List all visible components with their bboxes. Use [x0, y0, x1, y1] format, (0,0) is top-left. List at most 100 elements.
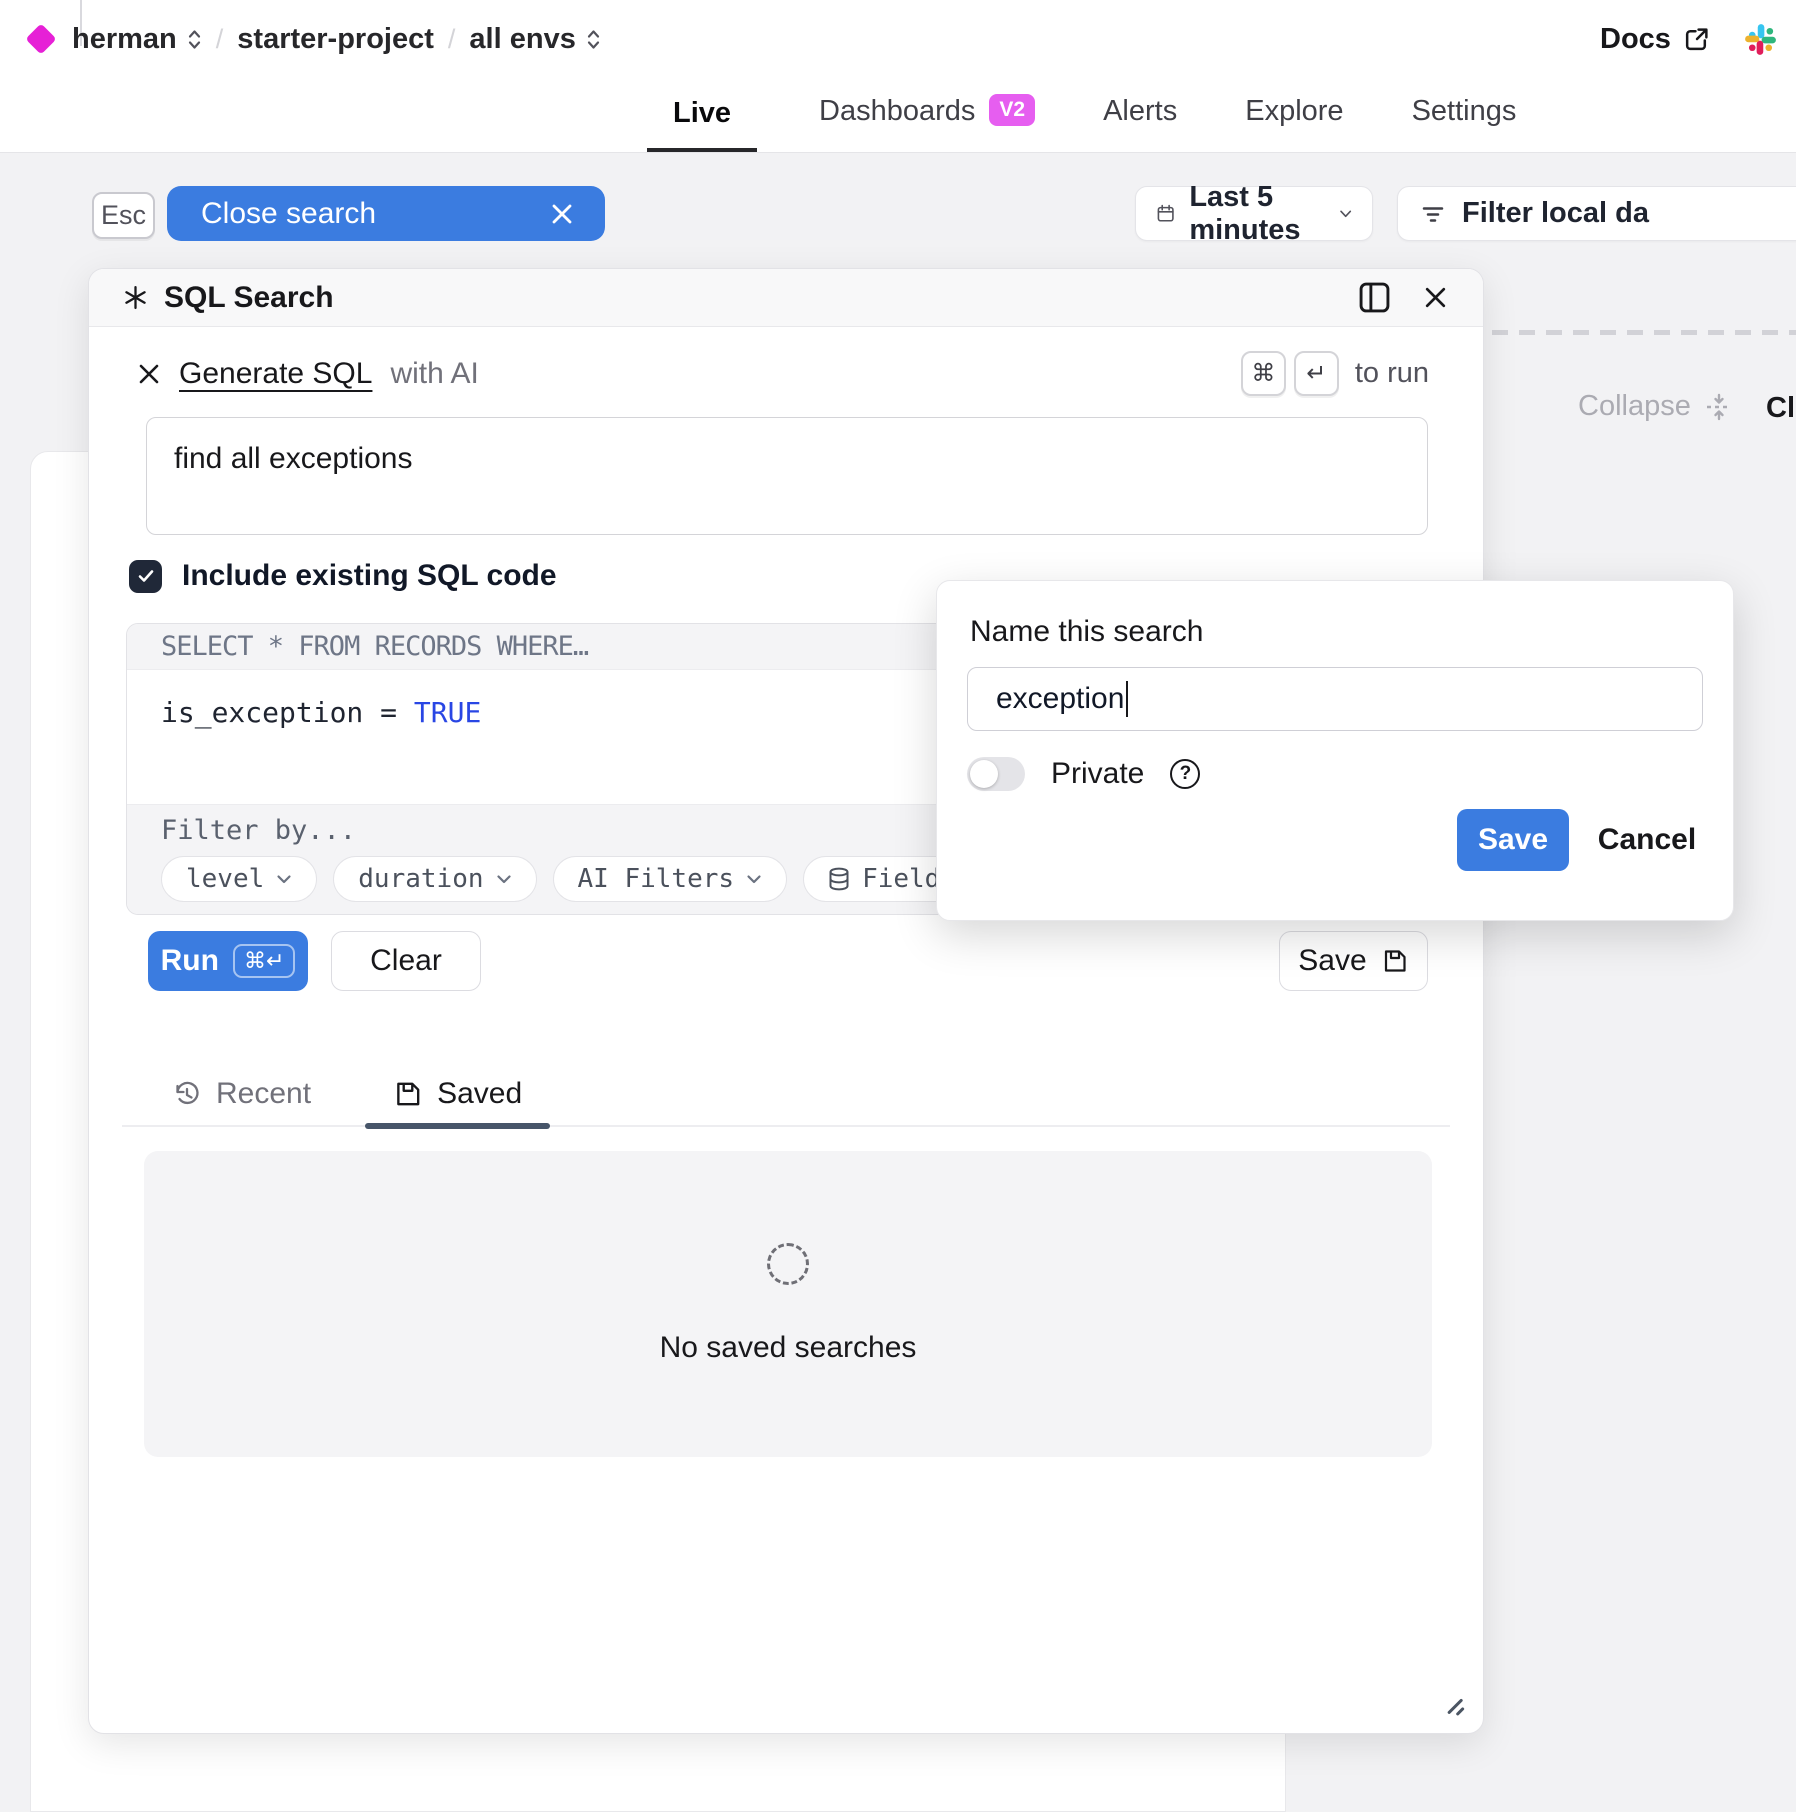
- empty-state-label: No saved searches: [660, 1331, 917, 1365]
- docs-link[interactable]: Docs: [1600, 23, 1710, 56]
- esc-label: Esc: [101, 200, 146, 231]
- panel-header: SQL Search: [89, 269, 1483, 327]
- chevron-down-icon: [1339, 207, 1352, 221]
- collapse-label: Collapse: [1578, 390, 1691, 423]
- breadcrumb-separator: /: [216, 24, 224, 55]
- private-label: Private: [1051, 757, 1144, 791]
- side-panel-icon[interactable]: [1359, 282, 1390, 313]
- run-button[interactable]: Run ⌘↵: [148, 931, 308, 991]
- dismiss-ai-icon[interactable]: [137, 362, 161, 386]
- to-run-label: to run: [1355, 357, 1429, 390]
- popover-cancel-button[interactable]: Cancel: [1589, 809, 1705, 871]
- slack-icon[interactable]: [1744, 23, 1777, 56]
- private-toggle[interactable]: [967, 757, 1025, 791]
- filter-local-button[interactable]: Filter local da: [1397, 186, 1796, 241]
- tab-dashboards[interactable]: DashboardsV2: [813, 95, 1041, 152]
- docs-label: Docs: [1600, 23, 1671, 56]
- search-name-input[interactable]: exception: [967, 667, 1703, 731]
- tab-label: Live: [673, 97, 731, 130]
- popover-title: Name this search: [970, 615, 1203, 649]
- chart-placeholder-divider: [1492, 330, 1796, 335]
- esc-keycap[interactable]: Esc: [92, 192, 155, 239]
- brand-logo-icon: [25, 23, 56, 54]
- resize-handle[interactable]: [1445, 1695, 1467, 1717]
- private-row: Private ?: [967, 757, 1200, 791]
- include-sql-label: Include existing SQL code: [182, 559, 557, 593]
- toggle-knob: [970, 760, 998, 788]
- chevron-down-icon: [276, 874, 292, 885]
- chip-duration[interactable]: duration: [333, 856, 536, 902]
- ai-prompt-input[interactable]: find all exceptions: [147, 418, 1427, 534]
- top-right-links: Docs: [1600, 14, 1777, 64]
- chip-level[interactable]: level: [161, 856, 317, 902]
- run-shortcut-hint: ⌘ ↵ to run: [1241, 351, 1429, 396]
- cmd-keycap: ⌘: [1241, 351, 1286, 396]
- sparkle-icon: [123, 285, 148, 310]
- collapse-button[interactable]: Collapse: [1578, 390, 1735, 423]
- close-search-button[interactable]: Close search: [167, 186, 605, 241]
- env-name: all envs: [469, 23, 575, 56]
- breadcrumb-env[interactable]: all envs: [469, 23, 600, 56]
- chip-ai-filters[interactable]: AI Filters: [553, 856, 788, 902]
- collapse-icon: [1703, 391, 1735, 423]
- help-icon[interactable]: ?: [1170, 759, 1200, 789]
- main-nav: Live DashboardsV2 Alerts Explore Setting…: [647, 95, 1522, 152]
- empty-state: No saved searches: [144, 1151, 1432, 1457]
- selector-icon: [187, 27, 202, 52]
- run-label: Run: [161, 944, 219, 978]
- chip-label: AI Filters: [578, 864, 735, 894]
- tab-alerts[interactable]: Alerts: [1097, 95, 1183, 152]
- floppy-icon: [393, 1079, 423, 1109]
- close-panel-icon[interactable]: [1422, 284, 1449, 311]
- app-window: herman / starter-project / all envs Live…: [0, 0, 1796, 1812]
- saved-searches-tabs: Recent Saved: [122, 1063, 1450, 1127]
- generate-sql-link[interactable]: Generate SQL: [179, 357, 372, 391]
- project-name: starter-project: [237, 23, 434, 56]
- tab-label: Explore: [1245, 95, 1343, 128]
- tab-label: Recent: [216, 1077, 311, 1111]
- tab-label: Dashboards: [819, 95, 975, 128]
- time-range-button[interactable]: Last 5 minutes: [1135, 186, 1373, 241]
- database-icon: [828, 867, 850, 891]
- history-icon: [172, 1079, 202, 1109]
- save-search-button[interactable]: Save: [1279, 931, 1428, 991]
- chip-label: duration: [358, 864, 483, 894]
- clear-button[interactable]: Clear: [331, 931, 481, 991]
- close-icon: [549, 201, 575, 227]
- include-sql-row: Include existing SQL code: [129, 559, 557, 593]
- breadcrumb-separator: /: [448, 24, 456, 55]
- generate-sql-row: Generate SQL with AI: [137, 357, 479, 391]
- tab-recent[interactable]: Recent: [144, 1063, 339, 1125]
- time-range-label: Last 5 minutes: [1189, 181, 1324, 247]
- text-caret: [1126, 681, 1128, 717]
- chevron-down-icon: [746, 874, 762, 885]
- tab-live[interactable]: Live: [647, 97, 757, 152]
- ai-prompt-box: find all exceptions: [146, 417, 1428, 535]
- breadcrumb-project[interactable]: starter-project: [237, 23, 434, 56]
- empty-state-icon: [767, 1243, 809, 1285]
- tab-explore[interactable]: Explore: [1239, 95, 1349, 152]
- top-bar: herman / starter-project / all envs Live…: [0, 0, 1796, 153]
- filter-local-label: Filter local da: [1462, 197, 1649, 230]
- workspace-name: herman: [72, 23, 177, 56]
- sql-code-field: is_exception: [161, 696, 363, 729]
- clipped-action-label[interactable]: Cl: [1766, 392, 1795, 425]
- include-sql-checkbox[interactable]: [129, 560, 162, 593]
- generate-sql-suffix: with AI: [390, 357, 478, 391]
- filter-icon: [1418, 199, 1448, 229]
- check-icon: [136, 566, 156, 586]
- tab-saved[interactable]: Saved: [365, 1063, 550, 1125]
- save-label: Save: [1298, 944, 1366, 978]
- tab-settings[interactable]: Settings: [1406, 95, 1523, 152]
- close-search-label: Close search: [201, 197, 376, 231]
- panel-title: SQL Search: [164, 281, 334, 315]
- chevron-down-icon: [496, 874, 512, 885]
- breadcrumb-workspace[interactable]: herman: [72, 23, 202, 56]
- popover-save-button[interactable]: Save: [1457, 809, 1569, 871]
- sql-search-panel: SQL Search Generate SQL with AI ⌘ ↵ to r…: [88, 268, 1484, 1734]
- search-name-value: exception: [996, 682, 1124, 716]
- sql-code-operator: =: [380, 696, 414, 729]
- tab-label: Settings: [1412, 95, 1517, 128]
- tab-label: Alerts: [1103, 95, 1177, 128]
- external-link-icon: [1683, 26, 1710, 53]
